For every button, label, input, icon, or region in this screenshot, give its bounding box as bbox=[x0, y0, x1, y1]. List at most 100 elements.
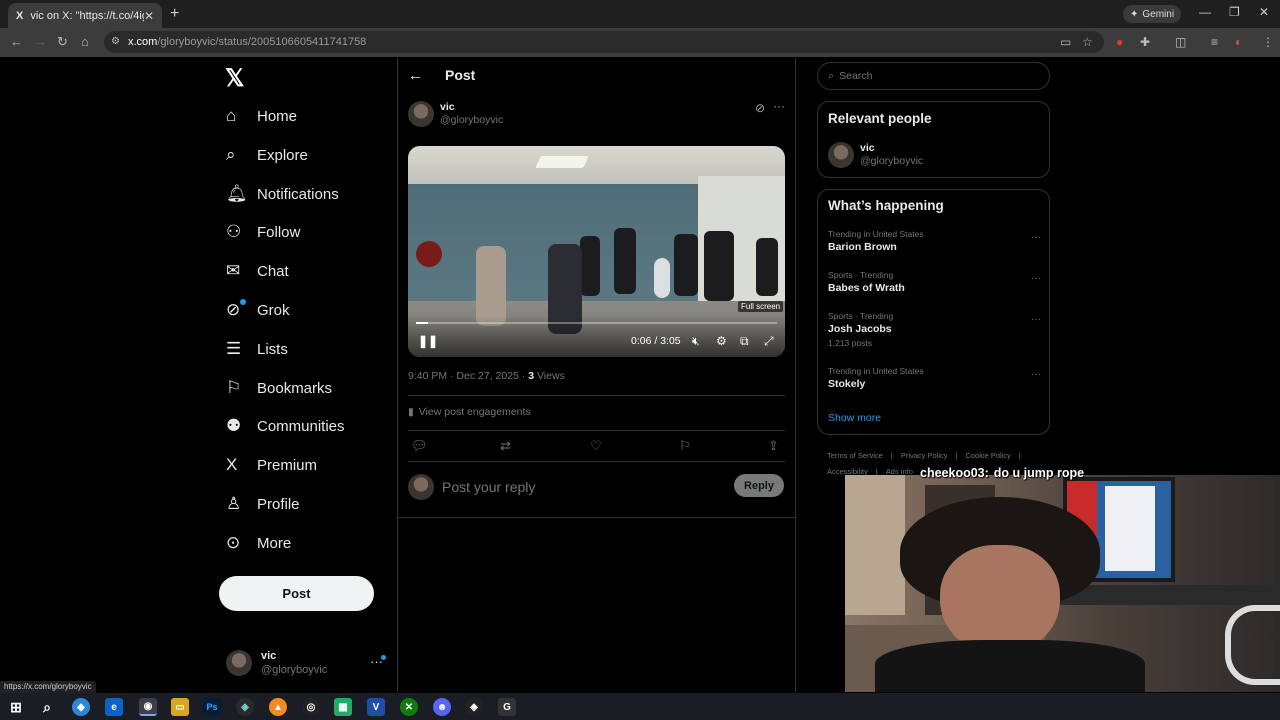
reply-button[interactable]: Reply bbox=[734, 474, 784, 497]
discord-icon[interactable]: ☻ bbox=[433, 698, 451, 716]
relevant-person-handle[interactable]: @gloryboyvic bbox=[860, 155, 923, 168]
trend-item[interactable]: Trending in United States Barion Brown ·… bbox=[828, 229, 1041, 255]
author-display-name[interactable]: vic bbox=[440, 101, 503, 114]
photoshop-icon[interactable]: Ps bbox=[203, 698, 221, 716]
footer-link[interactable]: Cookie Policy bbox=[965, 451, 1010, 460]
post-button[interactable]: Post bbox=[219, 576, 374, 611]
edge-icon[interactable]: e bbox=[105, 698, 123, 716]
video-progress-track[interactable] bbox=[416, 322, 777, 324]
vegas-icon[interactable]: V bbox=[367, 698, 385, 716]
view-engagements-link[interactable]: ▮ View post engagements bbox=[408, 406, 531, 418]
fullscreen-icon[interactable]: ⤢ bbox=[764, 334, 774, 349]
nav-chat[interactable]: ✉ Chat bbox=[226, 258, 289, 284]
footer-link[interactable]: Privacy Policy bbox=[901, 451, 948, 460]
share-icon[interactable]: ⇪ bbox=[768, 438, 779, 454]
trend-more-icon[interactable]: ··· bbox=[1031, 232, 1041, 243]
copilot-icon[interactable]: ◆ bbox=[72, 698, 90, 716]
reply-composer[interactable]: Post your reply bbox=[408, 474, 535, 500]
obs-icon[interactable]: ◎ bbox=[302, 698, 320, 716]
window-close-icon[interactable]: ✕ bbox=[1259, 5, 1269, 19]
nav-more-label: More bbox=[257, 534, 292, 552]
reply-icon[interactable]: 💬︎ bbox=[411, 438, 428, 454]
file-explorer-icon[interactable]: ▭ bbox=[171, 698, 189, 716]
trend-more-icon[interactable]: ··· bbox=[1031, 369, 1041, 380]
nav-explore[interactable]: ⌕ Explore bbox=[226, 142, 308, 168]
taskbar-search-icon[interactable]: ⌕ bbox=[38, 698, 56, 716]
settings-gear-icon[interactable]: ⚙ bbox=[716, 334, 727, 348]
nav-home[interactable]: ⌂ Home bbox=[226, 103, 297, 129]
xbox-icon[interactable]: ✕ bbox=[400, 698, 418, 716]
trend-item[interactable]: Trending in United States Stokely ··· bbox=[828, 366, 1041, 392]
footer-link[interactable]: Terms of Service bbox=[827, 451, 883, 460]
browser-menu-icon[interactable]: ⋮ bbox=[1262, 35, 1274, 49]
g-app-icon[interactable]: G bbox=[498, 698, 516, 716]
bar-chart-icon: ▮ bbox=[408, 406, 414, 418]
mute-icon[interactable]: 🔇︎ bbox=[692, 334, 700, 349]
install-icon[interactable]: ▭ bbox=[1060, 35, 1071, 49]
site-info-icon[interactable]: ⚙ bbox=[111, 36, 120, 47]
extensions-icon[interactable]: ✚ bbox=[1140, 35, 1150, 49]
forward-icon[interactable]: → bbox=[34, 34, 47, 49]
webcam-monitor-white bbox=[1105, 486, 1155, 571]
new-tab-icon[interactable]: + bbox=[170, 5, 179, 23]
nav-premium[interactable]: X Premium bbox=[226, 452, 317, 478]
x-logo-icon[interactable]: 𝕏 bbox=[225, 64, 244, 93]
restore-icon[interactable]: ❐ bbox=[1229, 5, 1240, 19]
nav-follow[interactable]: ⚇ Follow bbox=[226, 219, 300, 245]
picture-in-picture-icon[interactable]: ⧉ bbox=[740, 334, 749, 349]
video-heavy-bag bbox=[704, 231, 734, 301]
video-player[interactable]: Full screen ❚❚ 0:06 / 3:05 🔇︎ ⚙ ⧉ ⤢ bbox=[408, 146, 785, 357]
search-input[interactable]: ⌕ Search bbox=[817, 62, 1050, 90]
app-icon[interactable]: ◈ bbox=[465, 698, 483, 716]
nav-grok[interactable]: ⊘ Grok bbox=[226, 297, 290, 323]
nav-bookmarks[interactable]: ⚐ Bookmarks bbox=[226, 375, 332, 401]
post-author[interactable]: vic @gloryboyvic bbox=[408, 101, 503, 127]
browser-tab[interactable]: X vic on X: "https://t.co/4ig8l4W ✕ bbox=[8, 3, 162, 28]
nav-notifications[interactable]: 🔔︎ Notifications bbox=[226, 181, 339, 207]
chrome-icon[interactable]: ◉ bbox=[139, 698, 157, 716]
tab-close-icon[interactable]: ✕ bbox=[144, 9, 154, 23]
app-icon[interactable]: ◈ bbox=[236, 698, 254, 716]
windows-start-icon[interactable]: ⊞ bbox=[7, 698, 25, 716]
grok-explain-icon[interactable]: ⊘ bbox=[755, 101, 765, 115]
repost-icon[interactable]: ⇄ bbox=[500, 438, 511, 454]
back-icon[interactable]: ← bbox=[10, 34, 23, 49]
address-bar[interactable]: x.com/gloryboyvic/status/200510660541174… bbox=[104, 31, 1104, 53]
account-switcher[interactable]: vic @gloryboyvic bbox=[226, 649, 327, 677]
nav-more[interactable]: ⊙ More bbox=[226, 530, 291, 556]
split-view-icon[interactable]: ◫ bbox=[1175, 35, 1186, 49]
relevant-person-avatar[interactable] bbox=[828, 142, 854, 168]
trend-more-icon[interactable]: ··· bbox=[1031, 273, 1041, 284]
back-arrow-icon[interactable]: ← bbox=[408, 67, 423, 84]
bookmark-action-icon[interactable]: ⚐ bbox=[679, 438, 691, 454]
author-handle[interactable]: @gloryboyvic bbox=[440, 114, 503, 127]
trend-item[interactable]: Sports · Trending Josh Jacobs 1,213 post… bbox=[828, 311, 1041, 350]
trend-item[interactable]: Sports · Trending Babes of Wrath ··· bbox=[828, 270, 1041, 296]
nav-lists[interactable]: ☰ Lists bbox=[226, 336, 288, 362]
nav-profile[interactable]: ♙ Profile bbox=[226, 491, 300, 517]
bookmark-star-icon[interactable]: ☆ bbox=[1082, 35, 1093, 49]
profile-avatar-icon[interactable]: ◐ bbox=[1235, 35, 1242, 49]
reading-list-icon[interactable]: ≡ bbox=[1211, 35, 1218, 49]
nav-communities[interactable]: ⚉ Communities bbox=[226, 413, 345, 439]
author-avatar[interactable] bbox=[408, 101, 434, 127]
store-icon[interactable]: ▦ bbox=[334, 698, 352, 716]
reply-input[interactable]: Post your reply bbox=[442, 479, 535, 495]
post-more-icon[interactable]: ··· bbox=[773, 99, 785, 113]
pause-icon[interactable]: ❚❚ bbox=[418, 334, 438, 348]
gemini-button[interactable]: ✦ Gemini bbox=[1123, 5, 1182, 23]
trend-context: Trending in United States bbox=[828, 229, 924, 239]
windows-taskbar: ⊞ ⌕ ◆ e ◉ ▭ Ps ◈ ▲ ◎ ▦ V ✕ ☻ ◈ G bbox=[0, 693, 1280, 720]
reload-icon[interactable]: ↻ bbox=[57, 34, 68, 50]
home-icon: ⌂ bbox=[226, 106, 237, 125]
home-browser-icon[interactable]: ⌂ bbox=[81, 34, 89, 49]
minimize-icon[interactable]: — bbox=[1199, 5, 1211, 19]
brave-icon[interactable]: ▲ bbox=[269, 698, 287, 716]
like-heart-icon[interactable]: ♡ bbox=[590, 438, 602, 454]
relevant-person-name[interactable]: vic bbox=[860, 142, 923, 155]
relevant-person[interactable]: vic @gloryboyvic bbox=[828, 142, 923, 168]
trend-more-icon[interactable]: ··· bbox=[1031, 314, 1041, 325]
post-timestamp[interactable]: 9:40 PM · Dec 27, 2025 · bbox=[408, 370, 528, 382]
extension-red-icon[interactable]: ● bbox=[1116, 35, 1123, 49]
show-more-link[interactable]: Show more bbox=[828, 412, 881, 424]
